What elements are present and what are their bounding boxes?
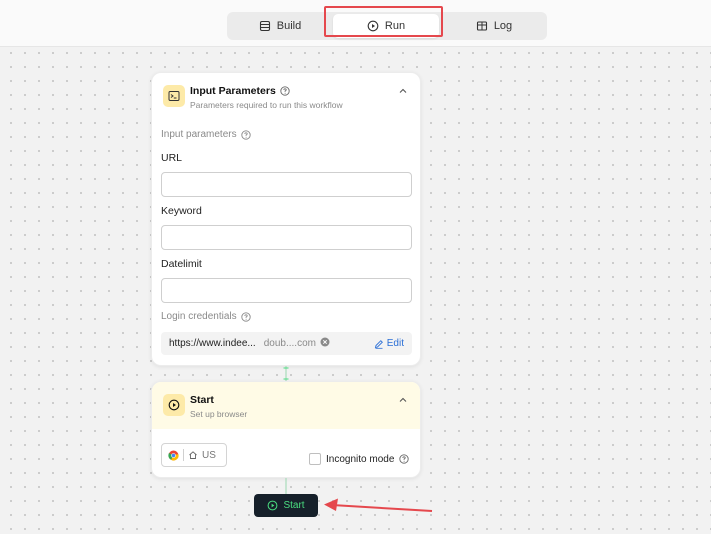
datelimit-label: Datelimit — [161, 258, 202, 270]
mode-tabs: Build Run Log — [227, 12, 547, 40]
url-label: URL — [161, 152, 183, 164]
login-credentials-text: Login credentials — [161, 311, 237, 322]
help-circle-icon[interactable] — [240, 129, 251, 140]
credential-row: https://www.indee... doub....com Edit — [161, 332, 412, 355]
play-circle-icon — [163, 394, 185, 416]
start-run-button[interactable]: Start — [254, 494, 318, 517]
tab-build[interactable]: Build — [227, 12, 333, 40]
credential-user: doub....com — [263, 338, 316, 349]
tab-log-label: Log — [493, 20, 513, 32]
region-label: US — [202, 449, 216, 461]
edit-credentials-button[interactable]: Edit — [374, 338, 404, 349]
browser-selector[interactable]: US — [161, 443, 227, 467]
help-circle-icon[interactable] — [240, 311, 251, 322]
help-circle-icon[interactable] — [280, 86, 290, 96]
home-icon — [188, 450, 198, 460]
play-circle-icon — [367, 20, 379, 32]
input-parameters-card: Input Parameters Parameters required to … — [151, 72, 421, 366]
clear-icon[interactable] — [320, 337, 330, 350]
help-circle-icon[interactable] — [399, 454, 410, 464]
tab-log[interactable]: Log — [441, 12, 547, 40]
input-parameters-title-row: Input Parameters — [190, 85, 290, 97]
log-icon — [476, 20, 488, 32]
start-card-header[interactable]: Start Set up browser — [152, 382, 420, 429]
edit-label: Edit — [386, 338, 404, 349]
start-card-subtitle: Set up browser — [190, 409, 248, 419]
build-icon — [259, 20, 271, 32]
tab-run[interactable]: Run — [333, 14, 439, 38]
annotation-arrow — [324, 498, 433, 512]
play-circle-icon — [267, 500, 278, 511]
login-credentials-label: Login credentials — [161, 311, 251, 322]
input-parameters-subtitle: Parameters required to run this workflow — [190, 100, 343, 110]
divider — [183, 449, 184, 461]
incognito-option: Incognito mode — [309, 453, 410, 465]
connector-line — [283, 366, 289, 381]
chevron-up-icon[interactable] — [398, 86, 408, 99]
input-parameters-section-label: Input parameters — [161, 129, 251, 140]
keyword-field[interactable] — [161, 225, 412, 250]
incognito-label: Incognito mode — [326, 453, 395, 465]
pencil-icon — [374, 339, 384, 349]
start-card-title: Start — [190, 394, 214, 406]
incognito-checkbox[interactable] — [309, 453, 321, 465]
chrome-icon — [168, 450, 179, 461]
start-run-label: Start — [283, 500, 305, 511]
url-field[interactable] — [161, 172, 412, 197]
tab-run-label: Run — [384, 20, 406, 32]
connector-line — [285, 478, 287, 494]
chevron-up-icon[interactable] — [398, 395, 408, 408]
terminal-icon — [163, 85, 185, 107]
top-bar: Build Run Log — [0, 0, 711, 47]
input-parameters-title: Input Parameters — [190, 85, 276, 97]
datelimit-field[interactable] — [161, 278, 412, 303]
tab-build-label: Build — [276, 20, 302, 32]
credential-url: https://www.indee... — [169, 338, 256, 349]
section-label-text: Input parameters — [161, 129, 237, 140]
input-parameters-header[interactable]: Input Parameters Parameters required to … — [152, 73, 420, 121]
start-card: Start Set up browser US Incognito mode — [151, 381, 421, 478]
keyword-label: Keyword — [161, 205, 202, 217]
